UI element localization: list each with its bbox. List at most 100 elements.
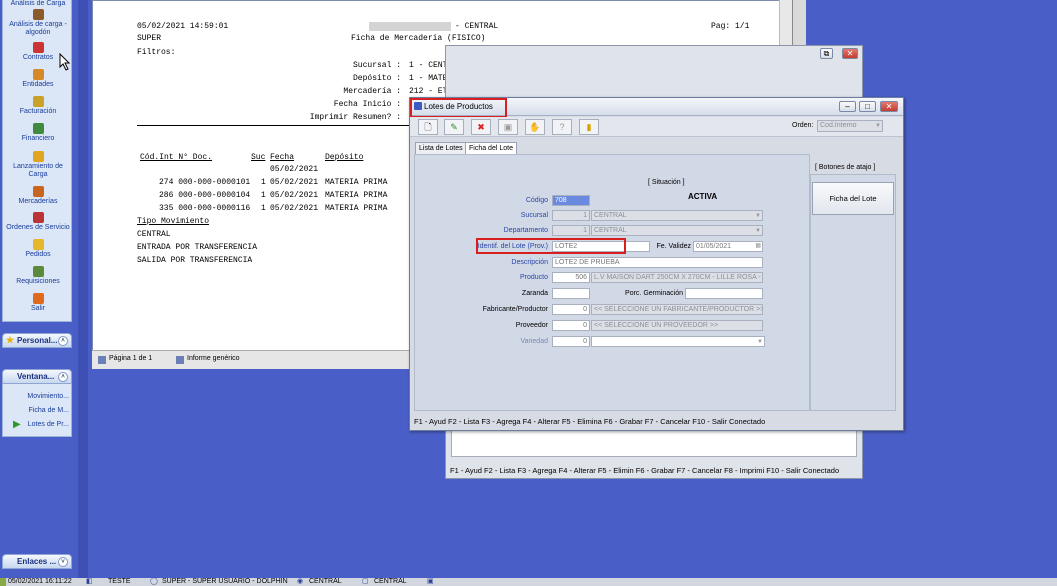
- departamento-select[interactable]: CENTRAL ▼: [591, 225, 763, 236]
- departamento-name: CENTRAL: [594, 227, 627, 234]
- report-date-row: 05/02/2021: [270, 165, 319, 174]
- hand-icon[interactable]: ✋: [525, 119, 545, 135]
- chevron-down-icon: ▼: [875, 123, 881, 129]
- close-icon[interactable]: ✕: [842, 48, 858, 59]
- save-icon[interactable]: ▣: [498, 119, 518, 135]
- producto-name-field: L.V MAISON DART 250CM X 270CM - LILLE RO…: [591, 272, 763, 283]
- nav-item-requisiciones[interactable]: Requisiciones: [3, 266, 73, 286]
- user-icon: ◯: [150, 578, 158, 585]
- chevron-up-icon[interactable]: ˄: [58, 372, 68, 382]
- nav-item-entidades[interactable]: Entidades: [3, 69, 73, 89]
- personal-label: Personal...: [17, 336, 58, 345]
- window-item-ficha[interactable]: Ficha de M...: [3, 407, 73, 414]
- tab-ficha-lote[interactable]: Ficha del Lote: [465, 142, 517, 154]
- status-db: TESTE: [108, 578, 131, 585]
- filter-label: Depósito :: [352, 74, 401, 83]
- edit-icon[interactable]: ✎: [444, 119, 464, 135]
- service-order-icon: [32, 212, 44, 223]
- chevron-down-icon: ▼: [757, 339, 763, 345]
- personal-panel-header[interactable]: ★ Personal... ˄: [2, 333, 72, 348]
- nav-item-mercaderias[interactable]: Mercaderías: [3, 186, 73, 206]
- fabricante-select[interactable]: << SELECCIONE UN FABRICANTE/PRODUCTOR >>: [591, 304, 763, 315]
- star-icon: ★: [6, 335, 15, 345]
- filter-label: Sucursal :: [352, 61, 401, 70]
- truck-icon: [32, 151, 44, 162]
- report-company: - CENTRAL: [455, 22, 499, 31]
- nav-item-salir[interactable]: Salir: [3, 293, 73, 313]
- filter-label: Imprimir Resumen? :: [309, 113, 401, 122]
- nav-item-financiero[interactable]: Financiero: [3, 123, 73, 143]
- nav-label: Ordenes de Servicio: [6, 224, 70, 231]
- sucursal-select[interactable]: CENTRAL ▼: [591, 210, 763, 221]
- variedad-num-field[interactable]: 0: [552, 336, 590, 347]
- bg-content-area: [451, 430, 857, 457]
- proveedor-select[interactable]: << SELECCIONE UN PROVEEDOR >>: [591, 320, 763, 331]
- help-icon[interactable]: ?: [552, 119, 572, 135]
- exit-door-icon[interactable]: ▮: [579, 119, 599, 135]
- nav-item-ordenes[interactable]: Ordenes de Servicio: [3, 212, 73, 232]
- ventanas-panel-header[interactable]: Ventana... ˄: [2, 369, 72, 384]
- new-doc-icon[interactable]: 🗋: [418, 119, 438, 135]
- nav-item-pedidos[interactable]: Pedidos: [3, 239, 73, 259]
- nav-label: Análisis de carga - algodón: [9, 21, 67, 36]
- invoice-icon: [32, 96, 44, 107]
- nav-label: Requisiciones: [16, 278, 60, 285]
- nav-item-analisis-algodon[interactable]: Análisis de carga - algodón: [3, 9, 73, 37]
- calendar-icon[interactable]: ▦: [755, 242, 761, 251]
- fabricante-num-field[interactable]: 0: [552, 304, 590, 315]
- maximize-icon[interactable]: □: [859, 101, 876, 112]
- chevron-up-icon[interactable]: ˄: [58, 336, 68, 346]
- clock-icon: [0, 578, 6, 586]
- descripcion-field[interactable]: LOTE2 DE PRUEBA: [552, 257, 763, 268]
- splitter[interactable]: [78, 0, 88, 578]
- col-header-suc: Suc: [251, 153, 266, 162]
- app-statusbar: 05/02/2021 16:11:22 ◧ TESTE ◯ SUPER - SU…: [0, 578, 1057, 586]
- producto-num-field[interactable]: 506: [552, 272, 590, 283]
- restore-icon[interactable]: ⧉: [820, 48, 833, 59]
- filter-label: Mercadería :: [343, 87, 401, 96]
- variedad-select[interactable]: ▼: [591, 336, 765, 347]
- highlight-identif: [476, 238, 626, 254]
- nav-item-analisis-carga[interactable]: Análisis de Carga: [3, 0, 73, 8]
- situacion-value: ACTIVA: [688, 192, 718, 201]
- tab-lista-lotes[interactable]: Lista de Lotes: [415, 142, 467, 154]
- codigo-label: Código: [525, 197, 548, 204]
- codigo-field[interactable]: 708: [552, 195, 590, 206]
- report-title: Ficha de Mercaderia (FISICO): [351, 34, 486, 43]
- variedad-label: Variedad: [520, 338, 548, 345]
- table-row-fecha: 05/02/2021: [270, 204, 319, 213]
- chevron-down-icon[interactable]: ˅: [58, 557, 68, 567]
- orden-select[interactable]: Cod.Interno ▼: [817, 120, 883, 132]
- enlaces-panel-header[interactable]: Enlaces ... ˅: [2, 554, 72, 569]
- status-user: SUPER - SUPER USUARIO - DOLPHIN: [162, 578, 288, 585]
- network-icon: ▣: [427, 578, 434, 585]
- play-icon: ▶: [13, 419, 21, 430]
- report-statusbar: Página 1 de 1 Informe genérico: [92, 350, 412, 369]
- report-datetime: 05/02/2021 14:59:01: [137, 22, 229, 31]
- table-row-deposito: MATERIA PRIMA: [325, 204, 388, 213]
- redacted-company: [369, 22, 451, 31]
- nav-label: Salir: [30, 305, 45, 312]
- minimize-icon[interactable]: –: [839, 101, 856, 112]
- proveedor-num-field[interactable]: 0: [552, 320, 590, 331]
- germinacion-field[interactable]: [685, 288, 763, 299]
- table-row-suc: 1: [261, 178, 266, 187]
- goods-icon: [32, 186, 44, 197]
- nav-label: Mercaderías: [18, 198, 58, 205]
- delete-icon[interactable]: ✖: [471, 119, 491, 135]
- nav-item-lanzamiento[interactable]: Lanzamiento de Carga: [3, 151, 73, 179]
- highlight-title: [410, 98, 507, 118]
- table-row-suc: 1: [261, 191, 266, 200]
- departamento-num-field[interactable]: 1: [552, 225, 590, 236]
- page-icon: [98, 356, 106, 364]
- close-icon[interactable]: ✕: [880, 101, 898, 112]
- fe-validez-field[interactable]: 01/05/2021 ▦: [693, 241, 763, 252]
- nav-item-facturacion[interactable]: Facturación: [3, 96, 73, 116]
- orden-label: Orden:: [792, 122, 814, 129]
- window-item-movimiento[interactable]: Movimiento...: [3, 393, 73, 400]
- database-icon: ◧: [86, 578, 93, 585]
- requisition-icon: [32, 266, 44, 277]
- nav-label: Financiero: [21, 135, 55, 142]
- ficha-lote-button[interactable]: Ficha del Lote: [812, 182, 894, 215]
- sucursal-num-field[interactable]: 1: [552, 210, 590, 221]
